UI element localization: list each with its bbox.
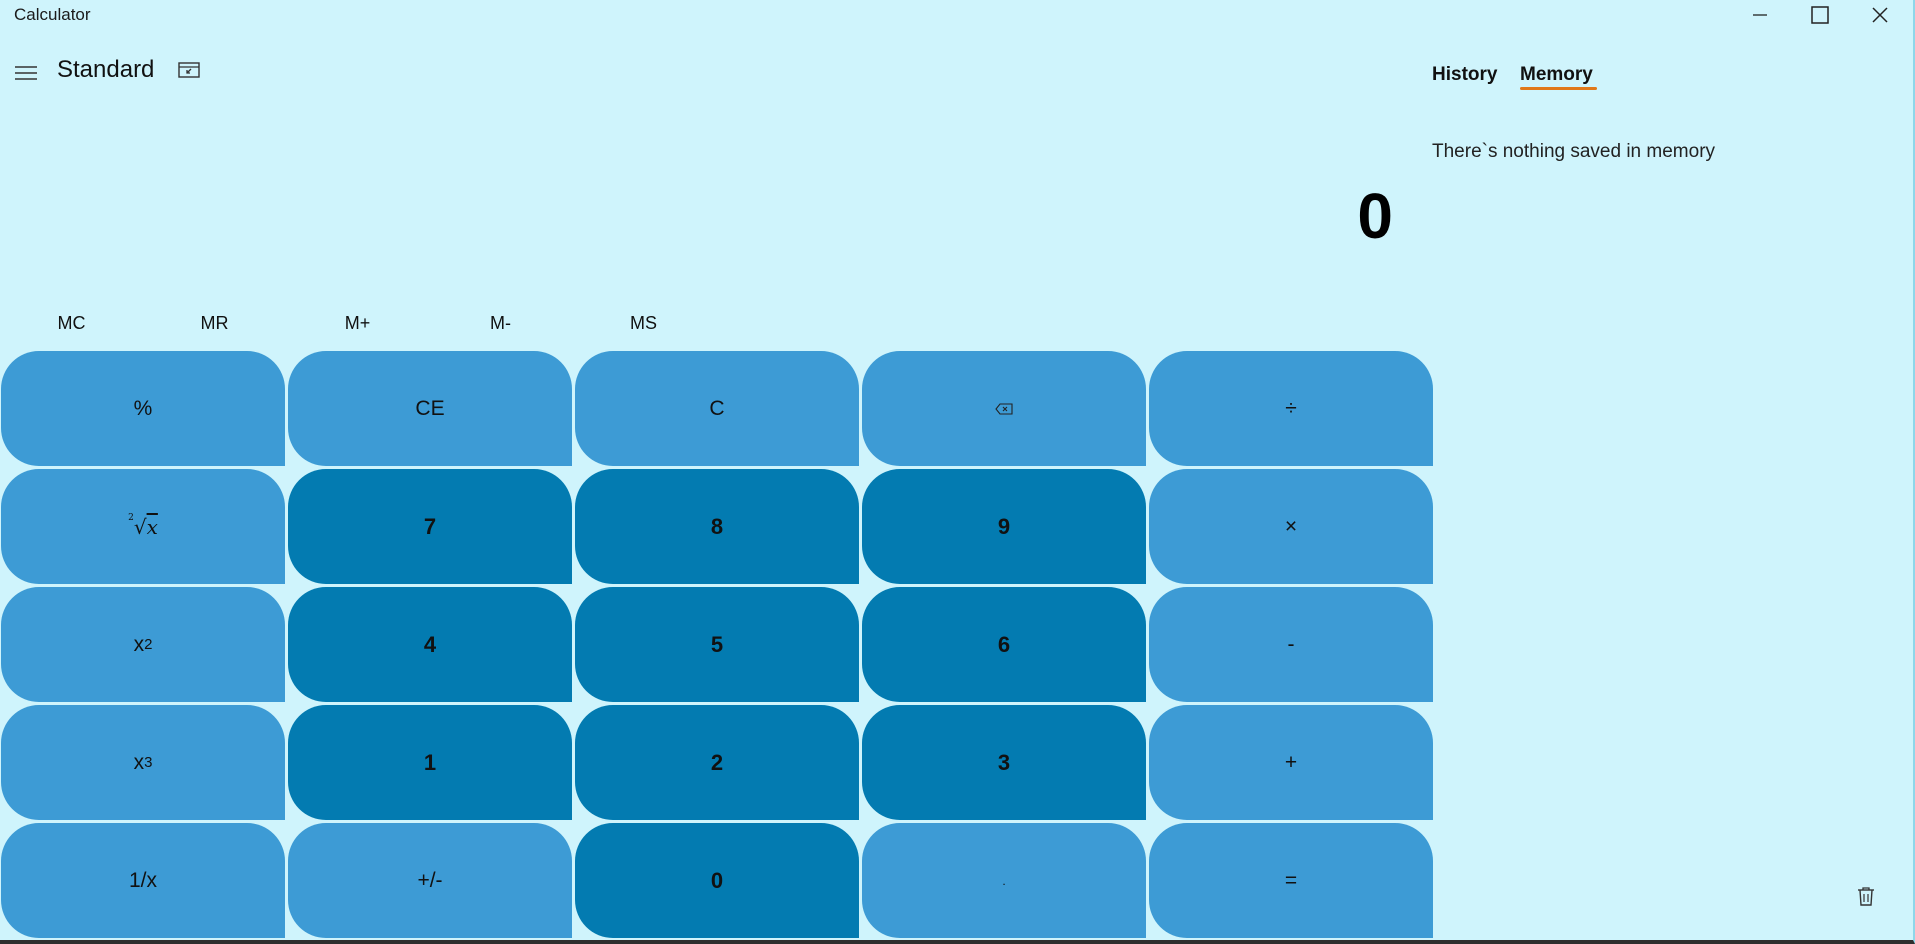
trash-icon <box>1858 887 1874 906</box>
tab-history[interactable]: History <box>1432 64 1497 86</box>
reciprocal-button[interactable]: 1/x <box>1 823 285 938</box>
memory-empty-message: There`s nothing saved in memory <box>1432 141 1716 162</box>
memory-clear-button[interactable]: MC <box>0 306 143 340</box>
memory-recall-button[interactable]: MR <box>143 306 286 340</box>
hamburger-icon <box>15 66 37 80</box>
minimize-icon <box>1753 14 1767 16</box>
digit-4-button[interactable]: 4 <box>288 587 572 702</box>
digit-9-button[interactable]: 9 <box>862 469 1146 584</box>
cube-button[interactable]: x3 <box>1 705 285 820</box>
digit-1-button[interactable]: 1 <box>288 705 572 820</box>
navigation-menu-button[interactable] <box>10 58 42 88</box>
maximize-icon <box>1811 6 1829 24</box>
close-icon <box>1872 7 1888 23</box>
digit-0-button[interactable]: 0 <box>575 823 859 938</box>
backspace-button[interactable] <box>862 351 1146 466</box>
cube-button-exponent: 3 <box>144 754 153 771</box>
cube-button-base: x <box>133 750 145 774</box>
digit-7-button[interactable]: 7 <box>288 469 572 584</box>
negate-button[interactable]: +/- <box>288 823 572 938</box>
add-button[interactable]: + <box>1149 705 1433 820</box>
clear-memory-button[interactable] <box>1854 884 1878 908</box>
divide-button[interactable]: ÷ <box>1149 351 1433 466</box>
result-display: 0 <box>1357 180 1393 252</box>
digit-8-button[interactable]: 8 <box>575 469 859 584</box>
memory-store-button[interactable]: MS <box>572 306 715 340</box>
backspace-icon <box>995 402 1013 415</box>
title-bar: Calculator <box>0 0 1913 30</box>
equals-button[interactable]: = <box>1149 823 1433 938</box>
square-root-button[interactable]: 2√x <box>1 469 285 584</box>
clear-button[interactable]: C <box>575 351 859 466</box>
digit-5-button[interactable]: 5 <box>575 587 859 702</box>
digit-3-button[interactable]: 3 <box>862 705 1146 820</box>
maximize-button[interactable] <box>1790 0 1850 30</box>
decimal-button[interactable]: . <box>862 823 1146 938</box>
multiply-button[interactable]: × <box>1149 469 1433 584</box>
square-button-exponent: 2 <box>144 636 153 653</box>
close-button[interactable] <box>1850 0 1910 30</box>
subtract-button[interactable]: - <box>1149 587 1433 702</box>
minimize-button[interactable] <box>1730 0 1790 30</box>
digit-2-button[interactable]: 2 <box>575 705 859 820</box>
mode-title: Standard <box>57 56 155 83</box>
clear-entry-button[interactable]: CE <box>288 351 572 466</box>
square-button-base: x <box>133 632 145 656</box>
percent-button[interactable]: % <box>1 351 285 466</box>
app-title: Calculator <box>14 5 91 24</box>
square-root-label: 2√x <box>128 512 158 539</box>
memory-subtract-button[interactable]: M- <box>429 306 572 340</box>
calculator-window: Calculator Standard 0 MC MR M+ M- MS % C… <box>0 0 1915 944</box>
keep-on-top-icon <box>178 62 200 78</box>
square-button[interactable]: x2 <box>1 587 285 702</box>
active-tab-indicator <box>1520 87 1597 90</box>
keypad: % CE C ÷ 2√x 7 8 9 × x2 4 5 6 - x3 1 2 3… <box>0 351 1433 938</box>
tab-memory[interactable]: Memory <box>1520 64 1593 86</box>
digit-6-button[interactable]: 6 <box>862 587 1146 702</box>
memory-add-button[interactable]: M+ <box>286 306 429 340</box>
keep-on-top-button[interactable] <box>176 58 202 82</box>
